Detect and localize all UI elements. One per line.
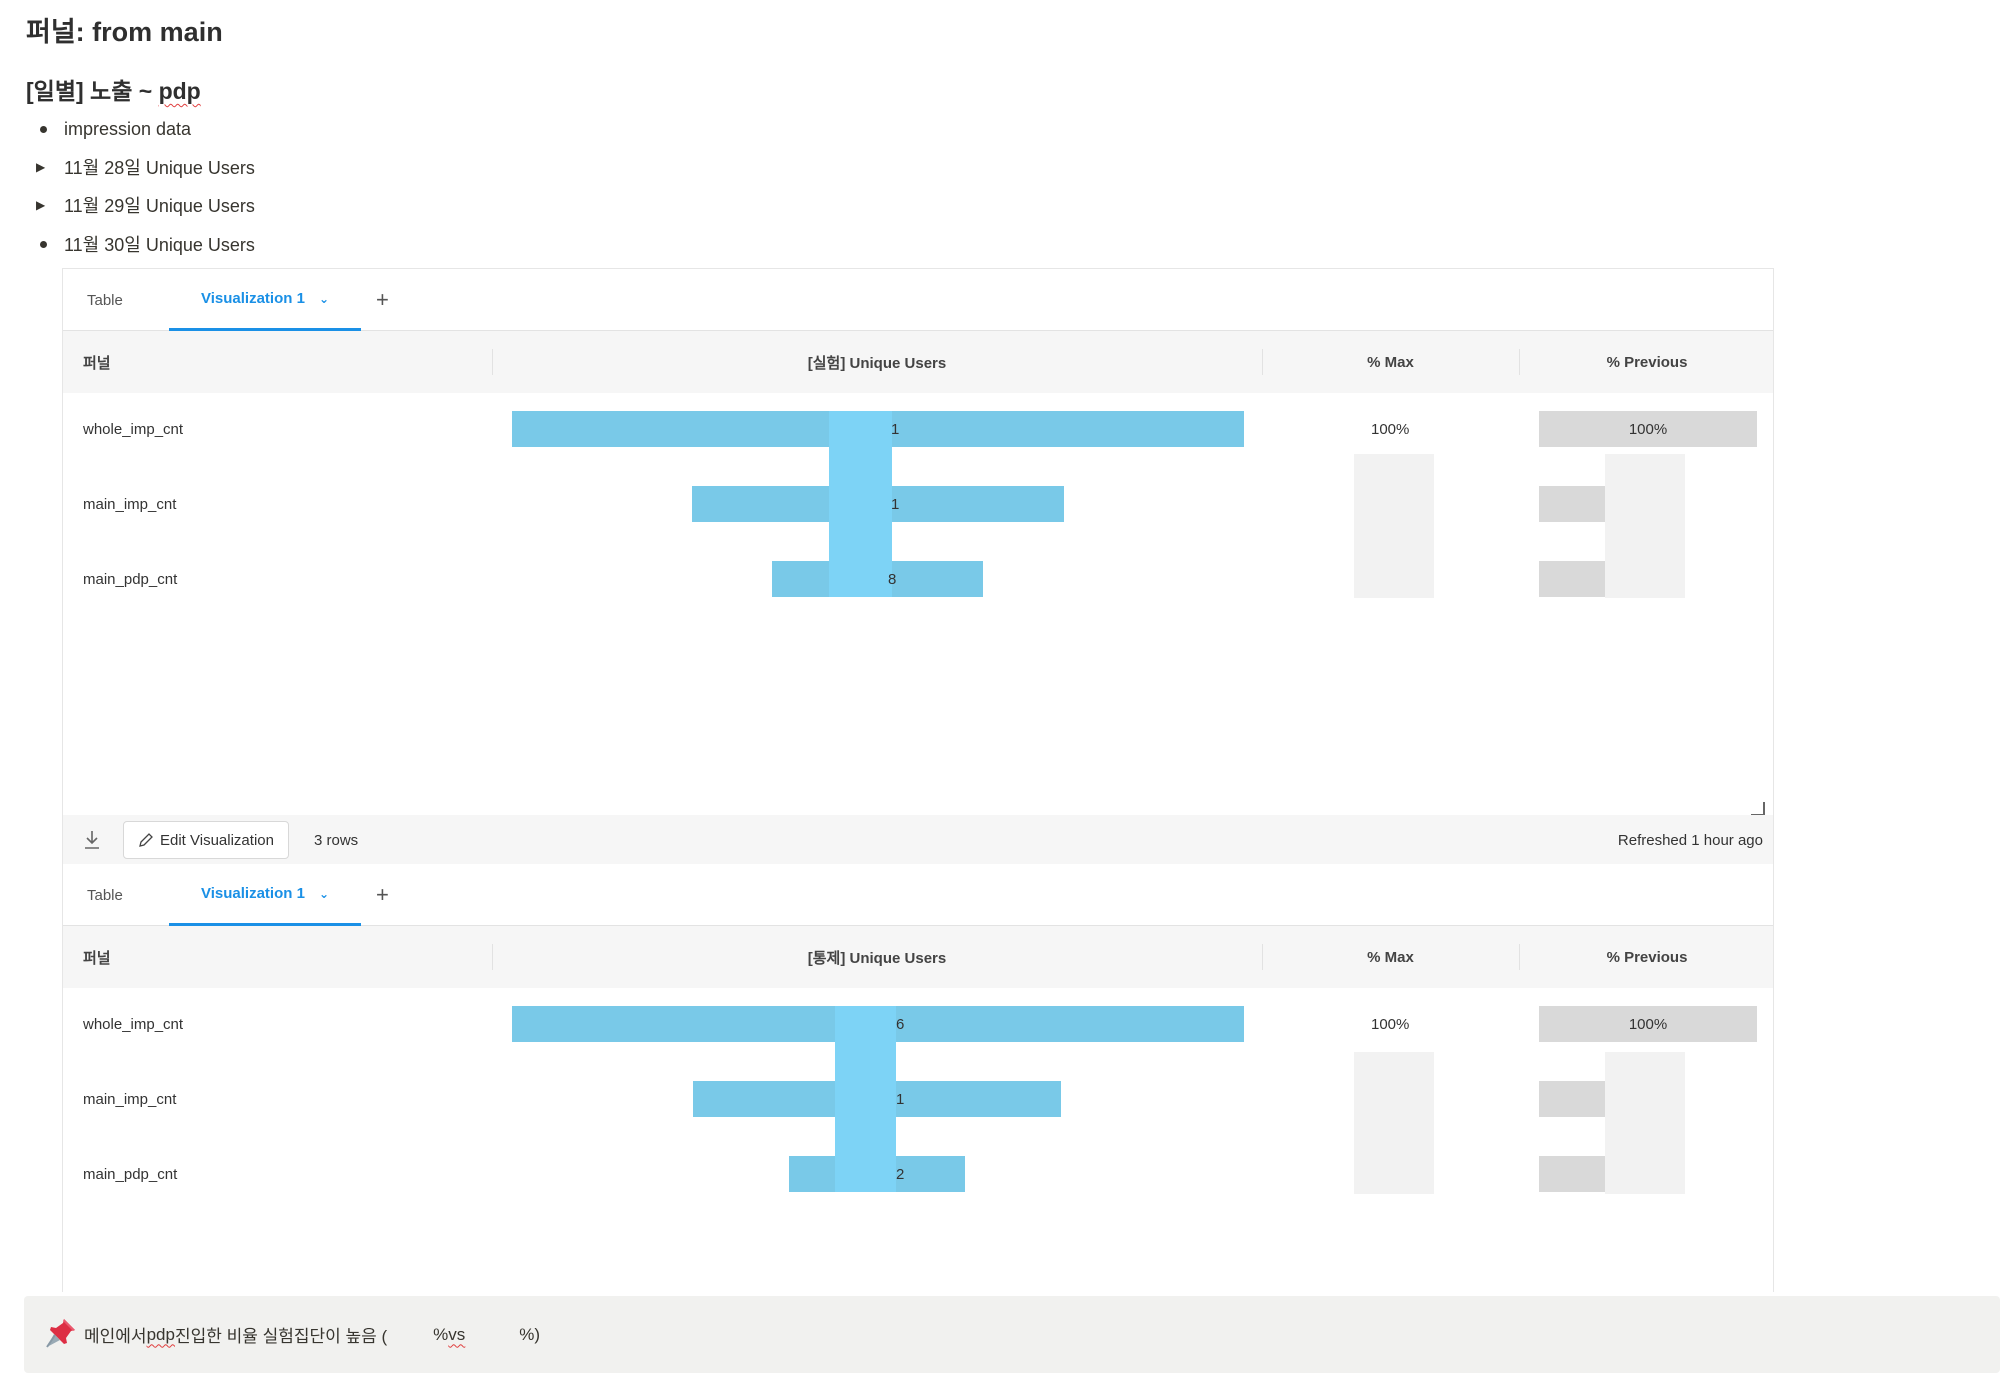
column-header-pct-previous: % Previous [1606, 353, 1688, 371]
list-item: 11월 30일 Unique Users [36, 229, 255, 259]
column-header-funnel: 퍼널 [83, 354, 111, 372]
chevron-down-icon[interactable]: ⌄ [319, 887, 329, 901]
list-item-text: impression data [64, 118, 192, 139]
bar-value: 1 [891, 495, 900, 513]
bar-value: 1 [891, 420, 900, 438]
callout-text-d: %) [519, 1324, 541, 1344]
bar-overlay [835, 1006, 896, 1192]
pct-max-value: 100% [1371, 420, 1410, 438]
edit-visualization-label: Edit Visualization [160, 831, 274, 849]
row-label: main_imp_cnt [83, 1090, 177, 1108]
column-header-users: [실험] Unique Users [807, 354, 947, 372]
edit-visualization-button[interactable]: Edit Visualization [123, 821, 289, 859]
pct-previous-placeholder [1605, 454, 1685, 598]
toggle-triangle-icon[interactable]: ▶ [36, 198, 64, 212]
visualization-card: Table Visualization 1 ⌄ + 퍼널 [통제] Unique … [62, 864, 1774, 1292]
bullet-icon [36, 240, 64, 248]
column-header-users: [통제] Unique Users [807, 949, 947, 967]
callout-text-word: pdp [146, 1324, 175, 1344]
row-label: main_pdp_cnt [83, 1165, 178, 1183]
column-header-funnel: 퍼널 [83, 949, 111, 967]
toggle-item[interactable]: ▶ 11월 29일 Unique Users [36, 190, 255, 220]
chevron-down-icon[interactable]: ⌄ [319, 292, 329, 306]
download-icon[interactable] [83, 829, 101, 851]
bar-overlay [829, 411, 892, 597]
rows-count: 3 rows [314, 831, 359, 849]
bar-value: 8 [888, 570, 897, 588]
pencil-icon [139, 833, 153, 847]
column-header-pct-previous: % Previous [1606, 948, 1688, 966]
funnel-header: 퍼널 [실험] Unique Users % Max % Previous [63, 331, 1773, 393]
row-label: main_pdp_cnt [83, 570, 178, 588]
tab-bar: Table Visualization 1 ⌄ + [63, 269, 1773, 331]
toggle-item-text: 11월 29일 Unique Users [64, 196, 255, 216]
tab-visualization[interactable]: Visualization 1 ⌄ [169, 269, 361, 331]
callout-text-b: 진입한 비율 실험집단이 높음 ( [174, 1327, 388, 1346]
funnel-header: 퍼널 [통제] Unique Users % Max % Previous [63, 926, 1773, 988]
column-header-pct-max: % Max [1367, 948, 1414, 966]
callout: 메인에서 pdp 진입한 비율 실험집단이 높음 (% vs%) [24, 1296, 2000, 1373]
tab-table[interactable]: Table [87, 864, 123, 926]
row-label: whole_imp_cnt [83, 1015, 184, 1033]
bar-value: 6 [896, 1015, 905, 1033]
row-label: whole_imp_cnt [83, 420, 184, 438]
bullet-icon [36, 125, 64, 133]
list-item-text: 11월 30일 Unique Users [64, 235, 255, 255]
pct-previous-bar [1539, 1081, 1605, 1117]
add-tab-button[interactable]: + [376, 864, 389, 926]
callout-text-vs: vs [448, 1324, 466, 1344]
toggle-triangle-icon[interactable]: ▶ [36, 160, 64, 174]
visualization-card: Table Visualization 1 ⌄ + 퍼널 [실험] Unique … [62, 268, 1774, 865]
pct-previous-value: 100% [1628, 1015, 1668, 1033]
tab-bar: Table Visualization 1 ⌄ + [63, 864, 1773, 926]
pct-previous-value: 100% [1628, 420, 1668, 438]
toggle-item[interactable]: ▶ 11월 28일 Unique Users [36, 152, 255, 182]
refreshed-status: Refreshed 1 hour ago [1617, 831, 1763, 849]
tab-table[interactable]: Table [87, 269, 123, 331]
section-title: [일별] 노출 ~ pdp [26, 72, 201, 106]
pct-previous-bar [1539, 561, 1605, 597]
callout-text-c: % [433, 1324, 449, 1344]
visualization-footer: Edit Visualization 3 rows Refreshed 1 ho… [63, 815, 1773, 865]
add-tab-button[interactable]: + [376, 269, 389, 331]
tab-visualization-label: Visualization 1 [201, 885, 305, 902]
pct-max-value: 100% [1371, 1015, 1410, 1033]
tab-visualization[interactable]: Visualization 1 ⌄ [169, 864, 361, 926]
pushpin-icon [46, 1319, 75, 1348]
pct-max-placeholder [1354, 1052, 1434, 1194]
section-title-word: pdp [158, 78, 201, 104]
row-label: main_imp_cnt [83, 495, 177, 513]
list-item: impression data [36, 114, 191, 144]
page-title: 퍼널: from main [26, 17, 223, 47]
tab-visualization-label: Visualization 1 [201, 290, 305, 307]
callout-text: 메인에서 pdp 진입한 비율 실험집단이 높음 (% vs%) [84, 1296, 540, 1373]
section-title-prefix: [일별] 노출 ~ [26, 78, 159, 104]
pct-previous-bar [1539, 486, 1605, 522]
bar-value: 1 [896, 1090, 905, 1108]
pct-max-placeholder [1354, 454, 1434, 598]
pct-previous-bar [1539, 1156, 1605, 1192]
bar-value: 2 [896, 1165, 905, 1183]
resize-handle-icon[interactable] [1751, 802, 1765, 816]
toggle-item-text: 11월 28일 Unique Users [64, 158, 255, 178]
callout-text-a: 메인에서 [84, 1327, 147, 1346]
pct-previous-placeholder [1605, 1052, 1685, 1194]
column-header-pct-max: % Max [1367, 353, 1414, 371]
